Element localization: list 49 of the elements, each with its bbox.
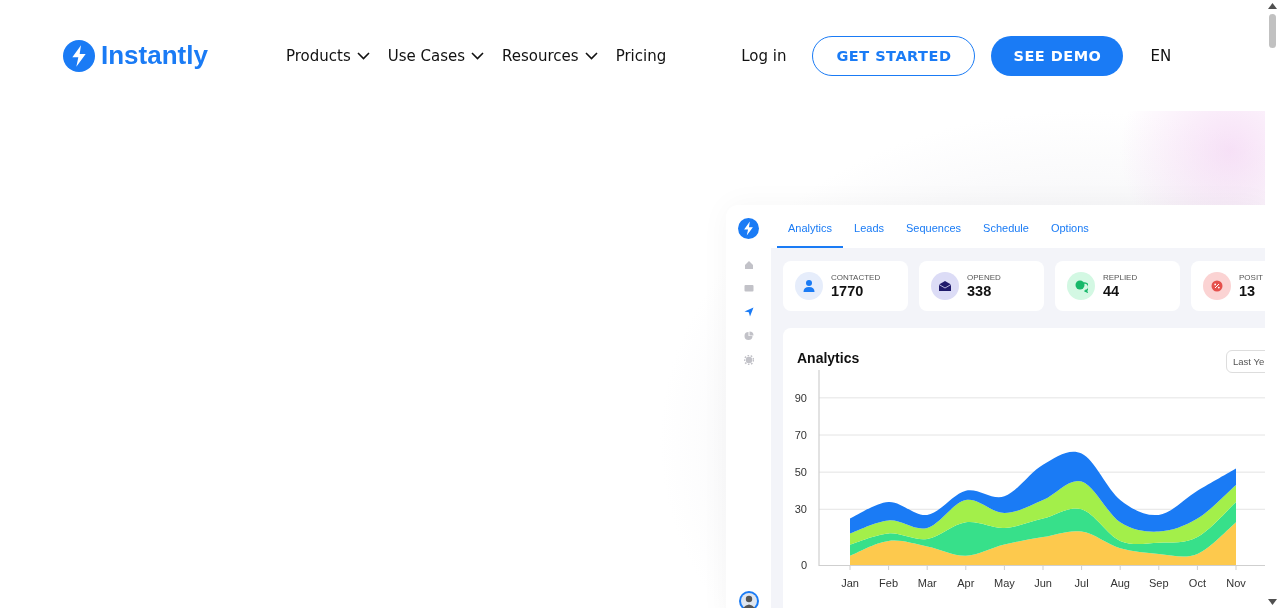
discount-badge-icon <box>1210 279 1224 293</box>
axis-tick-label: Sep <box>1149 577 1169 589</box>
stat-label: POSIT <box>1239 272 1263 283</box>
axis-tick-label: Feb <box>879 577 899 589</box>
axis-tick-label: Nov <box>1226 577 1246 589</box>
stat-value: 1770 <box>831 283 865 300</box>
person-icon <box>802 279 816 293</box>
tab[interactable]: Leads <box>843 205 895 248</box>
see-demo-button[interactable]: SEE DEMO <box>991 35 1124 76</box>
get-started-button[interactable]: GET STARTED <box>812 35 976 76</box>
axis-tick-label: Aug <box>1110 577 1130 589</box>
stat-label: CONTACTED <box>831 272 881 283</box>
nav-link[interactable]: Resources <box>502 46 598 65</box>
axis-tick-label: 30 <box>794 503 807 516</box>
axis-tick-label: 0 <box>800 559 807 571</box>
chat-icon <box>1074 279 1088 293</box>
tab[interactable]: Sequences <box>895 205 973 248</box>
nav-link[interactable]: Products <box>285 46 370 65</box>
axis-tick-label: Mar <box>917 577 937 589</box>
scrollbar-thumb[interactable] <box>1269 14 1276 48</box>
scroll-down-icon[interactable] <box>1268 599 1277 605</box>
avatar[interactable] <box>738 591 759 608</box>
axis-tick-label: 50 <box>794 466 807 479</box>
stat-label: REPLIED <box>1103 272 1138 283</box>
axis-tick-label: Oct <box>1188 577 1206 589</box>
stat-value: 13 <box>1239 283 1257 300</box>
envelope-icon <box>938 279 952 293</box>
axis-tick-label: May <box>994 577 1015 589</box>
logo-text[interactable]: Instantly <box>101 40 208 71</box>
axis-tick-label: 90 <box>794 391 807 404</box>
stat-value: 44 <box>1103 283 1121 300</box>
axis-tick-label: Jan <box>841 577 859 589</box>
stat-label: OPENED <box>967 272 1001 283</box>
logo-icon[interactable] <box>738 218 759 239</box>
axis-tick-label: 70 <box>794 429 807 441</box>
chart-title: Analytics <box>797 349 861 366</box>
axis-tick-label: Jun <box>1034 577 1052 589</box>
logo-icon[interactable] <box>63 39 95 72</box>
login-link[interactable]: Log in <box>741 46 787 65</box>
stat-value: 338 <box>967 283 993 300</box>
nav-link[interactable]: Use Cases <box>387 46 485 65</box>
scroll-up-icon[interactable] <box>1268 3 1277 9</box>
tab[interactable]: Schedule <box>972 205 1040 248</box>
axis-tick-label: Jul <box>1074 577 1089 589</box>
axis-tick-label: Apr <box>957 577 975 589</box>
send-icon[interactable] <box>743 307 754 317</box>
tab[interactable]: Options <box>1039 205 1100 248</box>
language-selector[interactable]: EN <box>1150 46 1172 65</box>
nav-link[interactable]: Pricing <box>615 46 667 65</box>
